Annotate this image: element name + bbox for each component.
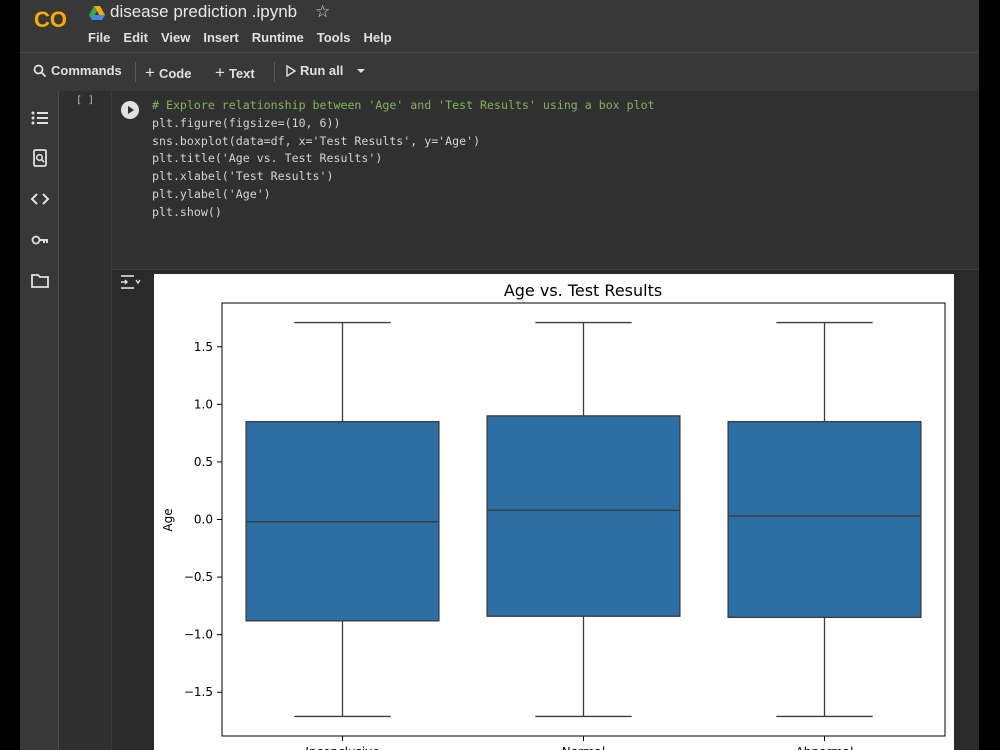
- plus-icon: +: [145, 63, 155, 82]
- menu-view[interactable]: View: [161, 30, 190, 45]
- search-icon: [33, 64, 47, 77]
- colab-logo-icon[interactable]: CO: [34, 7, 74, 31]
- run-cell-button[interactable]: [121, 101, 139, 119]
- commands-button[interactable]: Commands: [33, 63, 122, 78]
- box-inconclusive: [245, 321, 440, 718]
- plus-icon: +: [215, 63, 225, 82]
- output-actions-icon[interactable]: [120, 274, 142, 290]
- y-axis: 1.5 1.0 0.5 0.0 −0.5 −1.0 −1.5: [184, 340, 222, 699]
- google-drive-icon[interactable]: [89, 6, 105, 20]
- find-icon[interactable]: [30, 149, 50, 167]
- y-tick-label: −0.5: [184, 570, 213, 584]
- box-abnormal: [727, 321, 922, 718]
- y-tick-label: 1.5: [194, 340, 213, 354]
- menu-tools[interactable]: Tools: [317, 30, 351, 45]
- chevron-down-icon[interactable]: [355, 67, 367, 75]
- add-code-button[interactable]: + Code: [145, 63, 191, 83]
- notebook-content: [ ] # Explore relationship between 'Age'…: [59, 91, 979, 750]
- menu-file[interactable]: File: [88, 30, 110, 45]
- box-plot-chart: Age vs. Test Results Age 1.5 1.0 0.5 0.0 −0.…: [161, 281, 946, 750]
- box-normal: [486, 321, 681, 718]
- header: CO disease prediction .ipynb ☆ File Edit…: [20, 0, 979, 50]
- y-axis-label: Age: [161, 508, 175, 531]
- toolbar-divider: [135, 62, 136, 82]
- iqr-box: [486, 415, 681, 617]
- code-cell[interactable]: # Explore relationship between 'Age' and…: [112, 91, 979, 270]
- colab-window: CO disease prediction .ipynb ☆ File Edit…: [20, 0, 979, 750]
- code-line: plt.title('Age vs. Test Results'): [152, 151, 383, 166]
- x-tick-label: Normal: [562, 745, 605, 750]
- boxes: [245, 321, 922, 718]
- plot-image: Age vs. Test Results Age 1.5 1.0 0.5 0.0 −0.…: [154, 274, 954, 750]
- code-line: # Explore relationship between 'Age' and…: [152, 98, 655, 112]
- left-sidebar: [20, 91, 59, 750]
- code-line: plt.show(): [152, 204, 222, 219]
- y-tick-label: −1.5: [184, 685, 213, 699]
- menu-runtime[interactable]: Runtime: [252, 30, 304, 45]
- menu-insert[interactable]: Insert: [203, 30, 238, 45]
- y-tick-label: −1.0: [184, 628, 213, 642]
- x-tick-label: Abnormal: [796, 745, 854, 750]
- code-label: Code: [158, 65, 192, 81]
- y-tick-label: 0.0: [194, 513, 213, 527]
- toolbar: Commands + Code + Text Run all: [20, 52, 979, 92]
- code-line: sns.boxplot(data=df, x='Test Results', y…: [152, 133, 481, 148]
- x-axis: Inconclusive Normal Abnormal: [305, 736, 853, 750]
- cell-output: Age vs. Test Results Age 1.5 1.0 0.5 0.0 −0.…: [112, 270, 979, 750]
- menu-help[interactable]: Help: [363, 30, 391, 45]
- code-line: plt.xlabel('Test Results'): [152, 169, 334, 184]
- notebook-title[interactable]: disease prediction .ipynb: [110, 2, 297, 22]
- files-folder-icon[interactable]: [30, 272, 50, 290]
- menu-edit[interactable]: Edit: [123, 30, 148, 45]
- x-tick-label: Inconclusive: [305, 745, 379, 750]
- commands-label: Commands: [51, 63, 122, 78]
- y-tick-label: 1.0: [194, 397, 213, 411]
- chart-title: Age vs. Test Results: [504, 281, 662, 300]
- run-all-label: Run all: [300, 63, 344, 78]
- cell-gutter: [ ]: [59, 91, 112, 750]
- code-line: plt.ylabel('Age'): [152, 186, 271, 201]
- run-all-button[interactable]: Run all: [286, 63, 367, 78]
- code-snippets-icon[interactable]: [30, 190, 50, 208]
- toolbar-divider: [274, 62, 275, 82]
- secrets-key-icon[interactable]: [30, 231, 50, 249]
- text-label: Text: [228, 65, 255, 81]
- iqr-box: [727, 420, 922, 619]
- code-editor[interactable]: # Explore relationship between 'Age' and…: [152, 97, 655, 222]
- code-line: plt.figure(figsize=(10, 6)): [152, 115, 341, 130]
- menu-bar: File Edit View Insert Runtime Tools Help: [88, 30, 405, 45]
- execution-count: [ ]: [76, 95, 95, 106]
- play-icon: [286, 64, 296, 77]
- table-of-contents-icon[interactable]: [30, 109, 50, 127]
- y-tick-label: 0.5: [194, 455, 213, 469]
- add-text-button[interactable]: + Text: [215, 63, 255, 83]
- star-icon[interactable]: ☆: [315, 2, 330, 22]
- logo-text: CO: [34, 7, 67, 31]
